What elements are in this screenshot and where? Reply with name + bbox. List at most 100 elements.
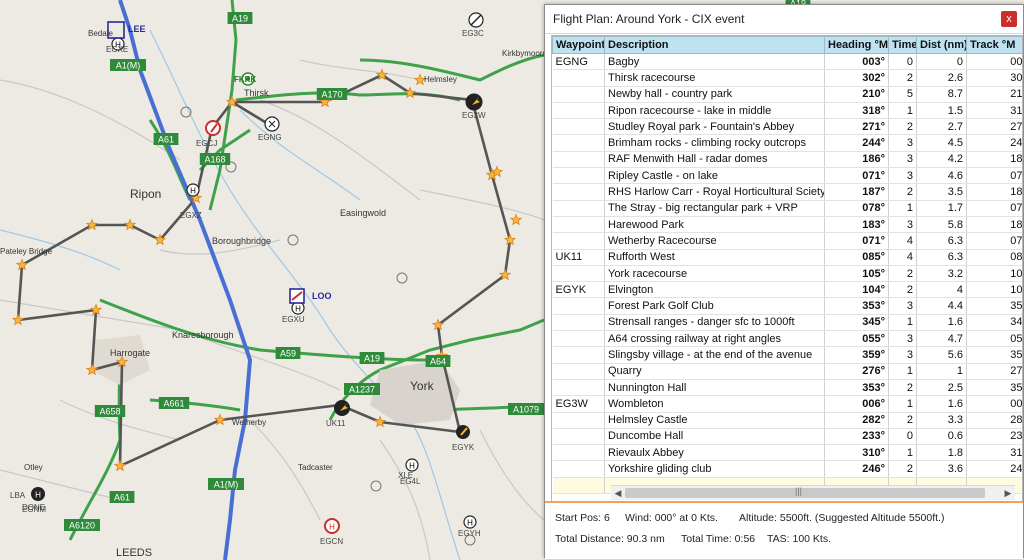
- table-row[interactable]: Quarry276°11276°: [552, 363, 1022, 380]
- waypoint-cell[interactable]: [552, 200, 605, 217]
- heading-cell[interactable]: 282°: [824, 412, 889, 429]
- distance-cell[interactable]: 4: [916, 281, 967, 299]
- time-cell[interactable]: 3: [888, 134, 917, 152]
- table-row[interactable]: Strensall ranges - danger sfc to 1000ft 3…: [552, 314, 1022, 332]
- waypoint-cell[interactable]: [552, 134, 605, 152]
- time-cell[interactable]: 2: [888, 379, 917, 397]
- time-cell[interactable]: 2: [888, 265, 917, 283]
- description-cell[interactable]: Quarry: [604, 363, 825, 380]
- description-cell[interactable]: RAF Menwith Hall - radar domes: [604, 151, 825, 169]
- table-row[interactable]: Harewood Park183°35.8183°: [552, 216, 1022, 234]
- description-cell[interactable]: Wombleton: [604, 395, 825, 413]
- description-cell[interactable]: York racecourse: [604, 265, 825, 283]
- description-cell[interactable]: Ripley Castle - on lake: [604, 167, 825, 185]
- track-cell[interactable]: 345°: [966, 314, 1022, 332]
- heading-cell[interactable]: 353°: [824, 379, 889, 397]
- time-cell[interactable]: 2: [888, 183, 917, 201]
- track-cell[interactable]: 353°: [966, 379, 1022, 397]
- description-cell[interactable]: Ripon racecourse - lake in middle: [604, 102, 825, 120]
- heading-cell[interactable]: 104°: [824, 281, 889, 299]
- waypoint-cell[interactable]: [552, 460, 605, 478]
- distance-cell[interactable]: 3.2: [916, 265, 967, 283]
- time-cell[interactable]: 1: [888, 444, 917, 462]
- waypoint-cell[interactable]: [552, 444, 605, 462]
- description-cell[interactable]: Studley Royal park - Fountain's Abbey: [604, 118, 825, 136]
- waypoint-cell[interactable]: [552, 151, 605, 169]
- waypoint-cell[interactable]: [552, 118, 605, 136]
- distance-cell[interactable]: 0: [916, 53, 967, 71]
- heading-cell[interactable]: 345°: [824, 314, 889, 332]
- distance-cell[interactable]: 5.6: [916, 346, 967, 364]
- description-cell[interactable]: Harewood Park: [604, 216, 825, 234]
- scroll-left-icon[interactable]: ◀: [611, 486, 625, 500]
- table-row[interactable]: Thirsk racecourse302°22.6302°: [552, 69, 1022, 87]
- description-cell[interactable]: Newby hall - country park: [604, 86, 825, 103]
- scroll-thumb[interactable]: |||: [625, 486, 985, 498]
- heading-cell[interactable]: 186°: [824, 151, 889, 169]
- waypoint-cell[interactable]: EGYK: [552, 281, 605, 299]
- track-cell[interactable]: 233°: [966, 428, 1022, 446]
- track-cell[interactable]: 282°: [966, 412, 1022, 429]
- description-cell[interactable]: Bagby: [604, 53, 825, 71]
- waypoint-cell[interactable]: [552, 232, 605, 250]
- track-cell[interactable]: 183°: [966, 216, 1022, 234]
- description-cell[interactable]: Brimham rocks - climbing rocky outcrops: [604, 134, 825, 152]
- heading-cell[interactable]: 183°: [824, 216, 889, 234]
- waypoint-cell[interactable]: [552, 428, 605, 446]
- table-row[interactable]: A64 crossing railway at right angles 055°…: [552, 330, 1022, 348]
- table-row[interactable]: Wetherby Racecourse071°46.3071°: [552, 232, 1022, 250]
- column-header-distance[interactable]: Dist (nm): [916, 36, 967, 54]
- table-row[interactable]: The Stray - big rectangular park + VRP 07…: [552, 200, 1022, 217]
- track-cell[interactable]: 105°: [966, 265, 1022, 283]
- table-row[interactable]: Duncombe Hall233°00.6233°: [552, 428, 1022, 446]
- heading-cell[interactable]: 302°: [824, 69, 889, 87]
- table-row[interactable]: Helmsley Castle282°23.3282°: [552, 412, 1022, 429]
- track-cell[interactable]: 186°: [966, 151, 1022, 169]
- waypoint-cell[interactable]: UK11: [552, 249, 605, 266]
- heading-cell[interactable]: 105°: [824, 265, 889, 283]
- close-button[interactable]: x: [1001, 11, 1017, 27]
- table-row[interactable]: RHS Harlow Carr - Royal Horticultural Sc…: [552, 183, 1022, 201]
- description-cell[interactable]: Thirsk racecourse: [604, 69, 825, 87]
- distance-cell[interactable]: 2.7: [916, 118, 967, 136]
- waypoint-cell[interactable]: [552, 167, 605, 185]
- table-row[interactable]: EGYKElvington104°24104°: [552, 281, 1022, 299]
- distance-cell[interactable]: 4.6: [916, 167, 967, 185]
- time-cell[interactable]: 2: [888, 460, 917, 478]
- table-row[interactable]: EG3WWombleton006°11.6006°: [552, 395, 1022, 413]
- distance-cell[interactable]: 3.3: [916, 412, 967, 429]
- track-cell[interactable]: 055°: [966, 330, 1022, 348]
- table-row[interactable]: EGNGBagby003°00000°: [552, 53, 1022, 71]
- column-header-track[interactable]: Track °M: [966, 36, 1022, 54]
- track-cell[interactable]: 210°: [966, 86, 1022, 103]
- waypoint-cell[interactable]: [552, 86, 605, 103]
- track-cell[interactable]: 187°: [966, 183, 1022, 201]
- time-cell[interactable]: 0: [888, 53, 917, 71]
- heading-cell[interactable]: 003°: [824, 53, 889, 71]
- description-cell[interactable]: Duncombe Hall: [604, 428, 825, 446]
- waypoint-cell[interactable]: EGNG: [552, 53, 605, 71]
- window-titlebar[interactable]: Flight Plan: Around York - CIX event x: [545, 5, 1023, 34]
- waypoint-cell[interactable]: [552, 297, 605, 315]
- distance-cell[interactable]: 6.3: [916, 249, 967, 266]
- time-cell[interactable]: 3: [888, 151, 917, 169]
- time-cell[interactable]: 3: [888, 346, 917, 364]
- description-cell[interactable]: The Stray - big rectangular park + VRP: [604, 200, 825, 217]
- track-cell[interactable]: 000°: [966, 53, 1022, 71]
- table-row[interactable]: Nunnington Hall353°22.5353°: [552, 379, 1022, 397]
- waypoint-cell[interactable]: [552, 412, 605, 429]
- column-header-time[interactable]: Time: [888, 36, 917, 54]
- track-cell[interactable]: 085°: [966, 249, 1022, 266]
- new-row-cell[interactable]: [552, 477, 605, 495]
- distance-cell[interactable]: 1.6: [916, 314, 967, 332]
- track-cell[interactable]: 310°: [966, 444, 1022, 462]
- heading-cell[interactable]: 071°: [824, 232, 889, 250]
- description-cell[interactable]: Slingsby village - at the end of the ave…: [604, 346, 825, 364]
- description-cell[interactable]: Rievaulx Abbey: [604, 444, 825, 462]
- heading-cell[interactable]: 276°: [824, 363, 889, 380]
- table-row[interactable]: Slingsby village - at the end of the ave…: [552, 346, 1022, 364]
- distance-cell[interactable]: 6.3: [916, 232, 967, 250]
- time-cell[interactable]: 3: [888, 330, 917, 348]
- distance-cell[interactable]: 1.6: [916, 395, 967, 413]
- track-cell[interactable]: 359°: [966, 346, 1022, 364]
